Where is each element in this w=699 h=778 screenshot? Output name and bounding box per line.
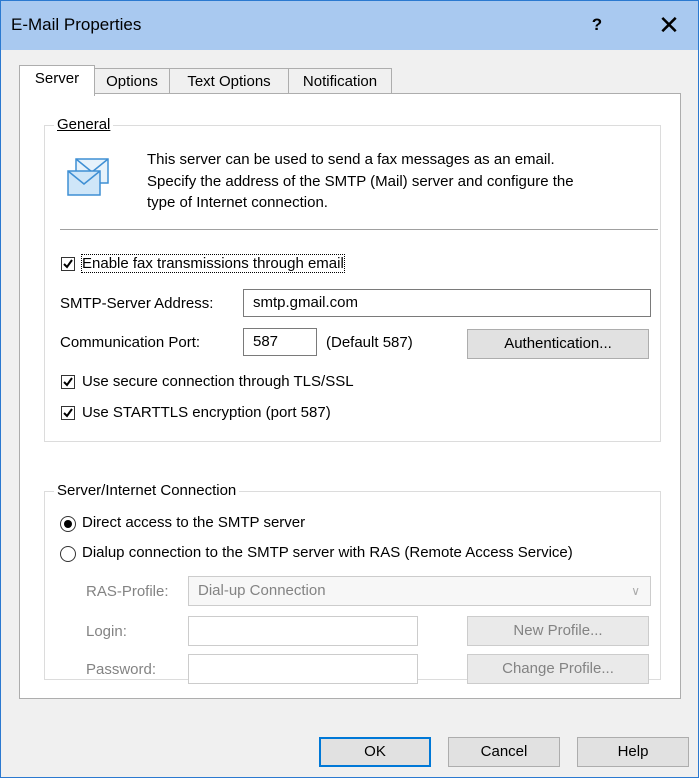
email-envelope-icon — [66, 157, 112, 199]
tab-server[interactable]: Server — [19, 65, 95, 96]
connection-legend: Server/Internet Connection — [54, 482, 240, 499]
tab-label: Options — [106, 73, 158, 90]
login-input[interactable] — [188, 616, 418, 646]
general-divider — [60, 229, 658, 230]
port-default-hint: (Default 587) — [326, 334, 413, 351]
port-label: Communication Port: — [60, 334, 201, 351]
dialup-radio[interactable] — [60, 546, 76, 562]
tab-label: Server — [34, 70, 80, 87]
authentication-button-label: Authentication... — [504, 335, 612, 352]
ras-profile-label: RAS-Profile: — [86, 583, 169, 600]
tab-label: Notification — [302, 73, 378, 90]
starttls-label[interactable]: Use STARTTLS encryption (port 587) — [82, 404, 331, 421]
password-input[interactable] — [188, 654, 418, 684]
authentication-button[interactable]: Authentication... — [467, 329, 649, 359]
cancel-button-label: Cancel — [480, 743, 528, 760]
direct-access-radio[interactable] — [60, 516, 76, 532]
tls-checkbox[interactable] — [61, 375, 75, 389]
direct-access-label[interactable]: Direct access to the SMTP server — [82, 514, 305, 531]
starttls-checkbox[interactable] — [61, 406, 75, 420]
general-description-line1: This server can be used to send a fax me… — [147, 151, 555, 168]
title-bar[interactable]: E-Mail Properties ? ✕ — [1, 1, 698, 50]
ras-profile-select[interactable]: Dial-up Connection ∨ — [188, 576, 651, 606]
general-description-line3: type of Internet connection. — [147, 194, 328, 211]
close-icon[interactable]: ✕ — [649, 9, 689, 41]
tls-label[interactable]: Use secure connection through TLS/SSL — [82, 373, 354, 390]
dialog-window: E-Mail Properties ? ✕ Server Options Tex… — [0, 0, 699, 778]
enable-email-label[interactable]: Enable fax transmissions through email — [81, 254, 345, 273]
tab-text-options[interactable]: Text Options — [169, 68, 289, 95]
tab-notification[interactable]: Notification — [288, 68, 392, 95]
tab-options[interactable]: Options — [94, 68, 170, 95]
tab-panel-server: General This server can be used to send … — [19, 93, 681, 699]
dialup-label[interactable]: Dialup connection to the SMTP server wit… — [82, 544, 573, 561]
cancel-button[interactable]: Cancel — [448, 737, 560, 767]
change-profile-button[interactable]: Change Profile... — [467, 654, 649, 684]
general-legend: General — [54, 116, 114, 133]
tab-label: Text Options — [187, 73, 271, 90]
radio-selected-dot — [64, 520, 72, 528]
ras-profile-value: Dial-up Connection — [198, 582, 326, 599]
chevron-down-icon: ∨ — [631, 584, 640, 598]
new-profile-button-label: New Profile... — [513, 622, 603, 639]
help-button-label: Help — [617, 743, 649, 760]
smtp-address-label: SMTP-Server Address: — [60, 295, 214, 312]
change-profile-button-label: Change Profile... — [502, 660, 614, 677]
port-input[interactable]: 587 — [243, 328, 317, 356]
help-question-icon[interactable]: ? — [579, 9, 615, 41]
new-profile-button[interactable]: New Profile... — [467, 616, 649, 646]
ok-button-label: OK — [364, 743, 386, 760]
help-button[interactable]: Help — [577, 737, 689, 767]
smtp-address-input[interactable]: smtp.gmail.com — [243, 289, 651, 317]
login-label: Login: — [86, 623, 127, 640]
window-title: E-Mail Properties — [11, 15, 142, 34]
password-label: Password: — [86, 661, 157, 678]
general-description-line2: Specify the address of the SMTP (Mail) s… — [147, 173, 574, 190]
enable-email-checkbox[interactable] — [61, 257, 75, 271]
ok-button[interactable]: OK — [319, 737, 431, 767]
